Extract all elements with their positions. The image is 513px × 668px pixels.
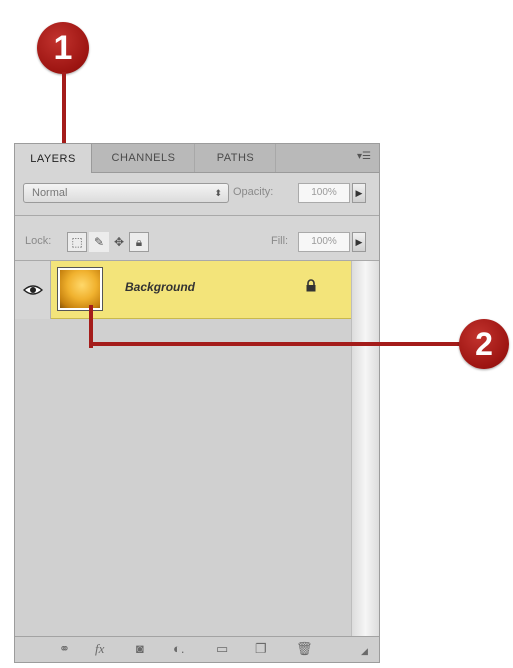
tab-paths[interactable]: PATHS — [196, 144, 276, 172]
thumbnail-image — [60, 270, 100, 308]
blend-mode-value: Normal — [32, 187, 68, 199]
new-group-icon[interactable]: ▭ — [216, 641, 228, 657]
eye-icon — [22, 285, 43, 295]
resize-grip-icon[interactable]: ◢ — [361, 646, 368, 657]
layer-name[interactable]: Background — [125, 280, 195, 294]
blend-mode-select[interactable]: Normal ⬍ — [23, 183, 229, 203]
visibility-toggle[interactable] — [15, 261, 51, 319]
panel-tab-bar: LAYERS CHANNELS PATHS ▾☰ — [15, 144, 379, 173]
lock-position-icon[interactable]: ✥ — [109, 232, 129, 252]
callout-badge-2: 2 — [459, 319, 509, 369]
layer-mask-icon[interactable]: ◙ — [136, 641, 144, 656]
lock-all-icon[interactable]: 🔒︎ — [129, 232, 149, 252]
layers-list: Background — [15, 261, 351, 636]
opacity-slider-button[interactable]: ▶ — [352, 183, 366, 203]
panel-bottom-toolbar: ⚭ fx ◙ ◐. ▭ ❐ 🗑︎ ◢ — [15, 636, 379, 662]
link-layers-icon[interactable]: ⚭ — [59, 641, 70, 657]
callout-leader-line-2 — [89, 342, 461, 346]
callout-badge-1: 1 — [37, 22, 89, 74]
scrollbar[interactable] — [351, 261, 379, 636]
callout-leader-line-1 — [62, 72, 66, 154]
layer-lock-icon — [305, 279, 317, 295]
fill-field[interactable]: 100% — [298, 232, 350, 252]
layer-thumbnail — [57, 267, 103, 311]
opacity-field[interactable]: 100% — [298, 183, 350, 203]
lock-transparent-pixels-icon[interactable]: ⬚ — [67, 232, 87, 252]
panel-menu-icon[interactable]: ▾☰ — [357, 151, 371, 162]
opacity-label: Opacity: — [233, 186, 274, 198]
layer-selected-highlight[interactable]: Background — [51, 261, 351, 319]
tab-layers[interactable]: LAYERS — [15, 144, 92, 173]
lock-image-pixels-icon[interactable]: ✎ — [89, 232, 109, 252]
layer-row-background[interactable]: Background — [15, 261, 351, 319]
layers-panel: LAYERS CHANNELS PATHS ▾☰ Normal ⬍ Opacit… — [14, 143, 380, 663]
adjustment-layer-icon[interactable]: ◐. — [173, 641, 184, 656]
divider — [15, 215, 379, 216]
trash-icon[interactable]: 🗑︎ — [296, 641, 313, 657]
fill-label: Fill: — [271, 235, 289, 247]
new-layer-icon[interactable]: ❐ — [255, 641, 267, 657]
fx-icon[interactable]: fx — [95, 641, 104, 657]
fill-slider-button[interactable]: ▶ — [352, 232, 366, 252]
select-arrows-icon: ⬍ — [214, 188, 222, 198]
tab-channels[interactable]: CHANNELS — [93, 144, 195, 172]
lock-label: Lock: — [25, 235, 52, 247]
